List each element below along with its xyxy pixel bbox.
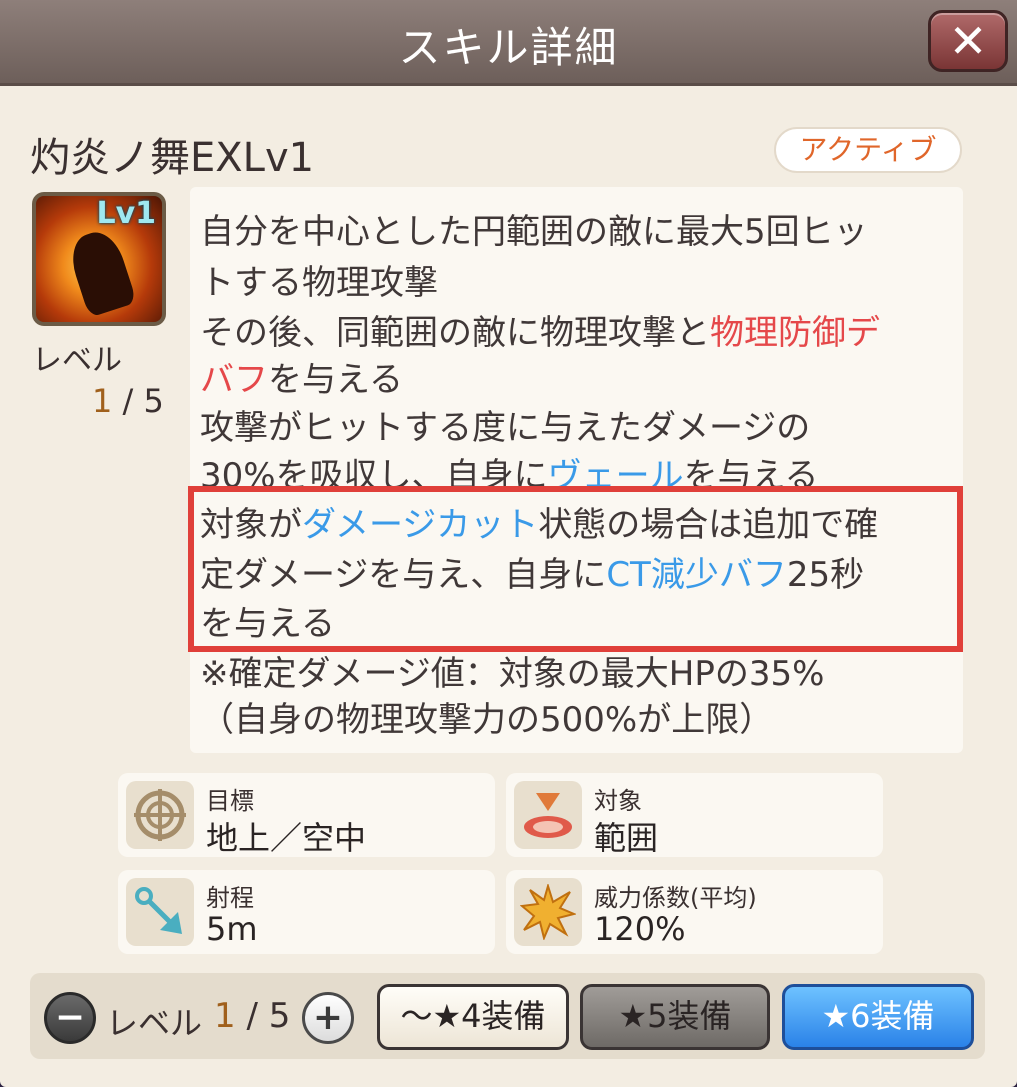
skill-icon: Lv1 bbox=[32, 192, 166, 326]
debuff-keyword: 物理防御デ bbox=[710, 313, 880, 353]
skill-level-value: 1 / 5 bbox=[92, 382, 164, 420]
desc-line: 自分を中心とした円範囲の敵に最大5回ヒッ bbox=[200, 212, 868, 252]
bottom-level-label: レベル bbox=[106, 1004, 203, 1042]
stat-value: 地上／空中 bbox=[206, 819, 367, 857]
arrow-icon bbox=[126, 878, 194, 946]
stat-card-range: 射程 5m bbox=[118, 870, 495, 954]
plus-icon: + bbox=[312, 997, 344, 1038]
desc-text: その後、同範囲の敵に物理攻撃と bbox=[200, 313, 710, 353]
stat-value: 5m bbox=[206, 910, 258, 948]
stat-label: 対象 bbox=[594, 787, 642, 815]
skill-type-badge: アクティブ bbox=[774, 127, 962, 173]
level-decrease-button[interactable]: − bbox=[44, 992, 96, 1044]
equip-5star-button[interactable]: ★5装備 bbox=[580, 984, 770, 1050]
bottom-level-max: / 5 bbox=[235, 996, 291, 1036]
stat-value: 範囲 bbox=[594, 819, 659, 857]
stat-label: 射程 bbox=[206, 884, 254, 912]
close-icon: ✕ bbox=[948, 14, 988, 68]
skill-icon-level-badge: Lv1 bbox=[96, 196, 156, 231]
desc-text: を与える bbox=[268, 360, 403, 400]
level-increase-button[interactable]: + bbox=[302, 992, 354, 1044]
debuff-keyword: バフ bbox=[200, 360, 268, 400]
stat-label: 目標 bbox=[206, 787, 254, 815]
crosshair-icon bbox=[126, 781, 194, 849]
skill-detail-dialog: スキル詳細 ✕ 灼炎ノ舞EXLv1 アクティブ Lv1 レベル 1 / 5 自分… bbox=[0, 0, 1017, 1087]
burst-icon bbox=[514, 878, 582, 946]
equip-6star-button[interactable]: ★6装備 bbox=[782, 984, 974, 1050]
stat-card-power: 威力係数(平均) 120% bbox=[506, 870, 883, 954]
stat-label: 威力係数(平均) bbox=[594, 884, 757, 912]
desc-line: ※確定ダメージ値：対象の最大HPの35% bbox=[200, 654, 825, 694]
highlight-frame bbox=[188, 486, 963, 652]
desc-line: その後、同範囲の敵に物理攻撃と物理防御デ bbox=[200, 305, 880, 354]
area-target-icon bbox=[514, 781, 582, 849]
skill-name: 灼炎ノ舞EXLv1 bbox=[30, 135, 315, 181]
stat-card-target: 目標 地上／空中 bbox=[118, 773, 495, 857]
stat-card-scope: 対象 範囲 bbox=[506, 773, 883, 857]
bottom-level-current: 1 bbox=[214, 996, 236, 1036]
flame-dancer-icon bbox=[64, 226, 138, 318]
equip-4star-button[interactable]: ～★4装備 bbox=[377, 984, 569, 1050]
dialog-title: スキル詳細 bbox=[398, 23, 619, 72]
skill-level-current: 1 bbox=[92, 382, 113, 420]
skill-level-max: / 5 bbox=[112, 382, 164, 420]
desc-line: （自身の物理攻撃力の500%が上限） bbox=[200, 700, 774, 740]
close-button[interactable]: ✕ bbox=[928, 10, 1008, 72]
desc-line: 攻撃がヒットする度に与えたダメージの bbox=[200, 408, 811, 448]
dialog-header: スキル詳細 bbox=[0, 0, 1017, 86]
minus-icon: − bbox=[54, 997, 86, 1038]
desc-line: バフを与える bbox=[200, 352, 403, 401]
stat-value: 120% bbox=[594, 910, 686, 948]
desc-line: トする物理攻撃 bbox=[200, 263, 438, 303]
skill-level-label: レベル bbox=[32, 343, 122, 378]
bottom-level-value: 1 / 5 bbox=[214, 996, 290, 1036]
